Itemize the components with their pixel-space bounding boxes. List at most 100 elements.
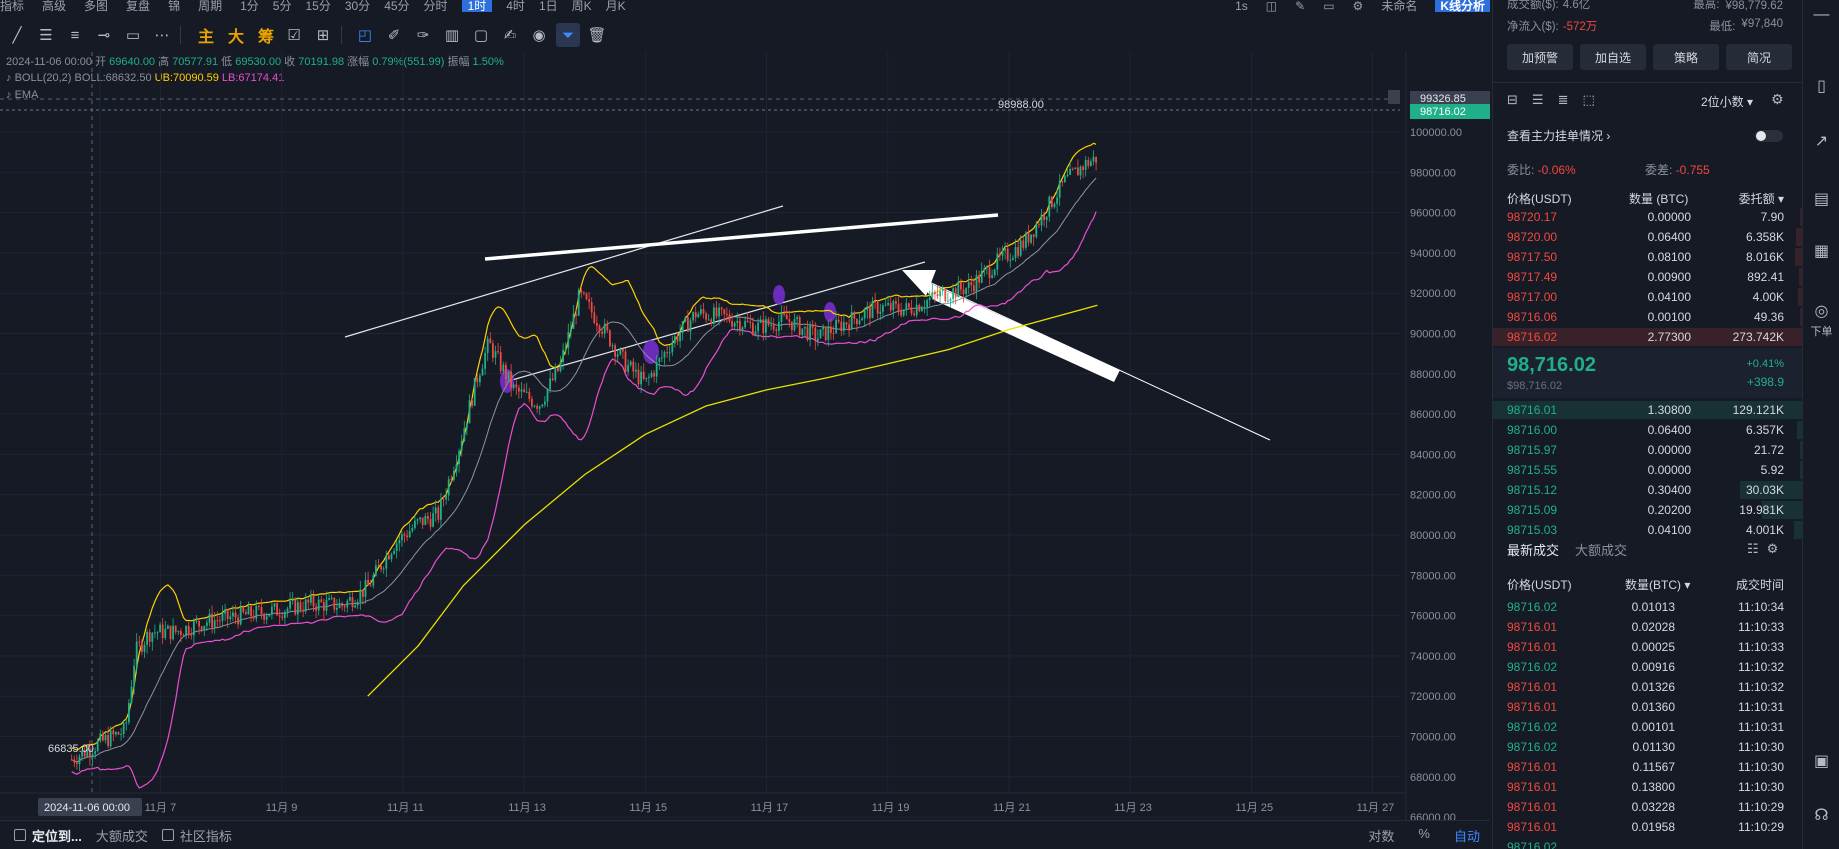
brush-icon[interactable]: ✑ bbox=[411, 23, 435, 47]
settings-icon[interactable]: ⚙ bbox=[1767, 541, 1779, 557]
percent-scale-toggle[interactable]: % bbox=[1418, 826, 1430, 845]
decimals-select[interactable]: 2位小数 ▾ bbox=[1701, 93, 1753, 110]
depth-toggle[interactable] bbox=[1755, 130, 1783, 142]
main-chart-tool[interactable]: 主 bbox=[195, 23, 217, 47]
log-scale-toggle[interactable]: 对数 bbox=[1368, 826, 1394, 845]
kline-analysis-button[interactable]: K线分析 bbox=[1435, 0, 1490, 12]
edit-icon[interactable]: ✍ bbox=[498, 23, 522, 47]
menu-replay[interactable]: 复盘 bbox=[126, 0, 150, 12]
more-icon[interactable]: ⋯ bbox=[150, 23, 174, 47]
candle-body bbox=[148, 631, 151, 642]
pencil-icon[interactable]: ✎ bbox=[1295, 0, 1305, 12]
notebook-icon[interactable]: ▣ bbox=[1811, 750, 1832, 771]
book-asks-icon[interactable]: ≣ bbox=[1558, 92, 1569, 108]
total-sort[interactable]: 委托额 ▾ bbox=[1739, 190, 1784, 207]
strategy-button[interactable]: 策略 bbox=[1653, 44, 1719, 70]
chart-box-icon[interactable]: ▤ bbox=[1811, 188, 1832, 209]
rectangle-icon[interactable]: ▭ bbox=[121, 23, 145, 47]
camera-icon[interactable]: ◫ bbox=[1266, 0, 1277, 12]
order-icon[interactable]: ◎ bbox=[1811, 300, 1832, 321]
book-both-icon[interactable]: ⊟ bbox=[1507, 92, 1518, 108]
menu-multi-chart[interactable]: 多图 bbox=[84, 0, 108, 12]
depth-link[interactable]: 查看主力挂单情况 › bbox=[1507, 127, 1610, 144]
x-tick-label: 11月 7 bbox=[145, 802, 177, 814]
order-label[interactable]: 下单 bbox=[1803, 323, 1839, 339]
candle-body bbox=[853, 312, 856, 319]
parallel-lines-icon[interactable]: ☰ bbox=[34, 23, 58, 47]
candle-body bbox=[450, 479, 453, 481]
ask-row[interactable]: 98720.00 0.06400 6.358K bbox=[1493, 227, 1802, 247]
bid-row[interactable]: 98715.12 0.30400 30.03K bbox=[1493, 480, 1802, 500]
menu-indicators[interactable]: 指标 bbox=[0, 0, 24, 12]
horizontal-ray-icon[interactable]: ⊸ bbox=[92, 23, 116, 47]
interval-1w[interactable]: 周K bbox=[572, 0, 592, 12]
big-order-tool[interactable]: 大 bbox=[225, 23, 247, 47]
trend-chart-icon[interactable]: ↗ bbox=[1811, 130, 1832, 151]
menu-period[interactable]: 周期 bbox=[198, 0, 222, 12]
interval-1d[interactable]: 1日 bbox=[539, 0, 558, 12]
bid-row[interactable]: 98716.00 0.06400 6.357K bbox=[1493, 420, 1802, 440]
interval-1m[interactable]: 1分 bbox=[240, 0, 259, 12]
bid-row[interactable]: 98715.97 0.00000 21.72 bbox=[1493, 440, 1802, 460]
big-trades-button[interactable]: 大额成交 bbox=[96, 826, 148, 845]
candle-body bbox=[897, 303, 900, 312]
trash-icon[interactable]: 🗑 bbox=[585, 23, 609, 47]
gear-icon[interactable]: ⚙ bbox=[1353, 0, 1364, 12]
lock-icon[interactable]: ▢ bbox=[469, 23, 493, 47]
checklist-icon[interactable]: ☑ bbox=[282, 23, 306, 47]
bid-row[interactable]: 98715.55 0.00000 5.92 bbox=[1493, 460, 1802, 480]
tab-large-trades[interactable]: 大额成交 bbox=[1575, 540, 1627, 559]
interval-1h[interactable]: 1时 bbox=[461, 0, 493, 12]
filter-icon[interactable]: ⏷ bbox=[556, 23, 580, 47]
trade-price: 98716.01 bbox=[1507, 780, 1558, 794]
bid-row[interactable]: 98716.01 1.30800 129.121K bbox=[1493, 400, 1802, 420]
ask-row[interactable]: 98720.17 0.00000 7.90 bbox=[1493, 207, 1802, 227]
interval-timeline[interactable]: 分时 bbox=[424, 0, 448, 12]
ruler-icon[interactable]: ✐ bbox=[382, 23, 406, 47]
community-indicators-button[interactable]: 社区指标 bbox=[161, 826, 232, 845]
dollar-doc-icon[interactable]: ▯ bbox=[1811, 75, 1832, 96]
news-icon[interactable]: ▦ bbox=[1811, 240, 1832, 261]
menu-item-5[interactable]: 锦 bbox=[168, 0, 180, 12]
ask-row[interactable]: 98716.02 2.77300 273.742K bbox=[1493, 327, 1802, 347]
book-bids-icon[interactable]: ☰ bbox=[1532, 92, 1544, 108]
list-icon[interactable]: ☷ bbox=[1747, 541, 1759, 557]
qty-sort[interactable]: 数量(BTC) ▾ bbox=[1625, 576, 1690, 593]
plus-box-icon[interactable]: ⊞ bbox=[311, 23, 335, 47]
interval-5m[interactable]: 5分 bbox=[273, 0, 292, 12]
refresh-interval[interactable]: 1s bbox=[1235, 0, 1248, 12]
magnet-icon[interactable]: ◰ bbox=[353, 23, 377, 47]
minimize-icon[interactable]: — bbox=[1811, 4, 1832, 25]
trend-line-icon[interactable]: ╱ bbox=[5, 23, 29, 47]
price-chart[interactable]: 98988.00 66835.00 100000.00 98000.00 96000.… bbox=[0, 52, 1490, 820]
eye-icon[interactable]: ◉ bbox=[527, 23, 551, 47]
add-watchlist-button[interactable]: 加自选 bbox=[1580, 44, 1646, 70]
ask-row[interactable]: 98717.49 0.00900 892.41 bbox=[1493, 267, 1802, 287]
trade-qty: 0.01013 bbox=[1631, 600, 1675, 614]
ask-row[interactable]: 98717.50 0.08100 8.016K bbox=[1493, 247, 1802, 267]
interval-45m[interactable]: 45分 bbox=[384, 0, 409, 12]
interval-30m[interactable]: 30分 bbox=[345, 0, 370, 12]
candles-icon[interactable]: ▥ bbox=[440, 23, 464, 47]
layout-icon[interactable]: ▭ bbox=[1323, 0, 1334, 12]
bid-row[interactable]: 98715.09 0.20200 19.981K bbox=[1493, 500, 1802, 520]
interval-15m[interactable]: 15分 bbox=[305, 0, 330, 12]
headset-icon[interactable]: ☊ bbox=[1811, 804, 1832, 825]
auto-scale-toggle[interactable]: 自动 bbox=[1454, 826, 1480, 845]
overview-button[interactable]: 简况 bbox=[1726, 44, 1792, 70]
horizontal-lines-icon[interactable]: ≡ bbox=[63, 23, 87, 47]
ask-row[interactable]: 98716.06 0.00100 49.36 bbox=[1493, 307, 1802, 327]
bid-row[interactable]: 98715.03 0.04100 4.001K bbox=[1493, 520, 1802, 540]
settings-icon[interactable]: ⚙ bbox=[1771, 91, 1784, 108]
ask-row[interactable]: 98717.00 0.04100 4.00K bbox=[1493, 287, 1802, 307]
tab-latest-trades[interactable]: 最新成交 bbox=[1507, 540, 1559, 559]
interval-4h[interactable]: 4时 bbox=[506, 0, 525, 12]
book-expand-icon[interactable]: ⬚ bbox=[1582, 92, 1594, 108]
add-alert-button[interactable]: 加预警 bbox=[1507, 44, 1573, 70]
menu-advanced[interactable]: 高级 bbox=[42, 0, 66, 12]
candle-body bbox=[908, 303, 910, 308]
layout-name[interactable]: 未命名 bbox=[1381, 0, 1417, 12]
locate-button[interactable]: 定位到... bbox=[14, 826, 82, 845]
chip-tool[interactable]: 筹 bbox=[255, 23, 277, 47]
interval-1mo[interactable]: 月K bbox=[606, 0, 626, 12]
